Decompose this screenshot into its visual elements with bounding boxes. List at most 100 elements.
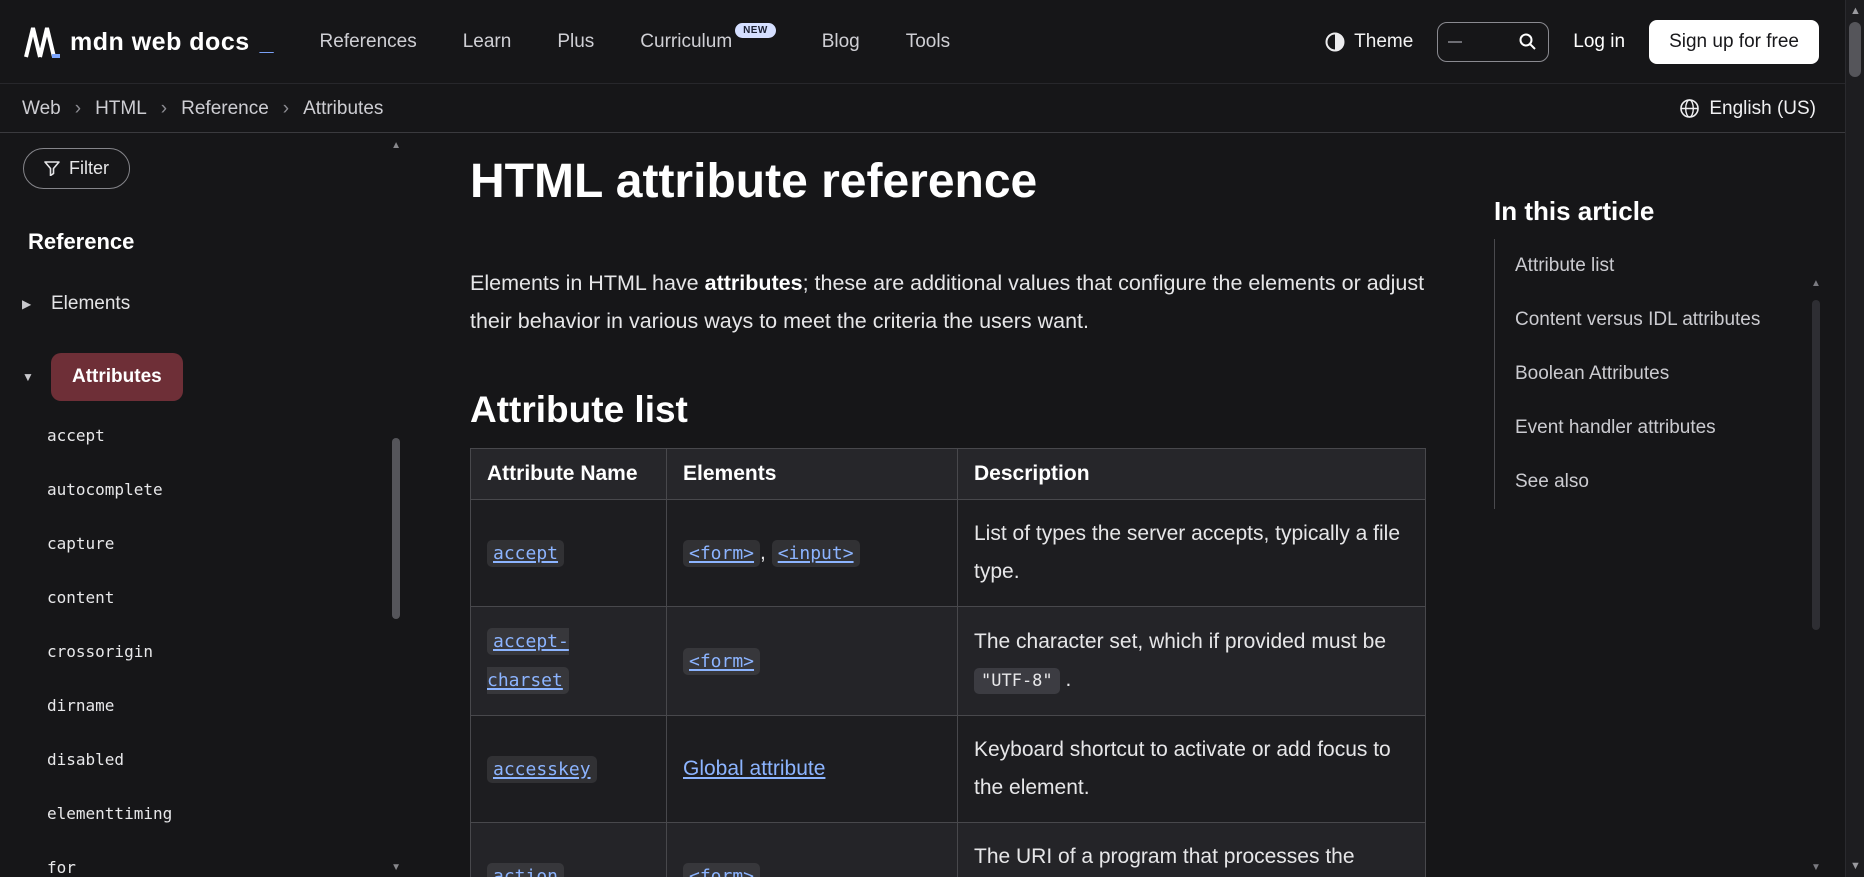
attribute-name-cell: accesskey	[470, 715, 667, 823]
nav-item-label: Blog	[821, 30, 860, 52]
sidebar-attribute-list: accept autocomplete capture content crossori…	[0, 409, 402, 877]
attribute-code: action	[487, 862, 565, 877]
window-scrollbar-thumb[interactable]	[1849, 22, 1861, 77]
breadcrumb-separator: ›	[74, 97, 82, 119]
content-scroll-down-icon[interactable]: ▼	[1811, 862, 1821, 873]
search-placeholder-dash	[1448, 40, 1463, 43]
filter-button[interactable]: Filter	[23, 148, 130, 189]
search-input[interactable]	[1470, 31, 1511, 52]
nav-item-label: Plus	[557, 30, 595, 52]
sidebar-section-label: Elements	[51, 293, 131, 314]
element-code: <form>	[683, 539, 761, 567]
breadcrumb-item[interactable]: HTML	[95, 98, 147, 120]
toc: In this article Attribute list Content ve…	[1494, 134, 1794, 509]
sidebar-attribute-item[interactable]: for	[47, 841, 402, 877]
nav-item-label: Learn	[462, 30, 512, 52]
element-code: <form>	[683, 862, 761, 877]
content-scroll-up-icon[interactable]: ▲	[1811, 278, 1821, 289]
sidebar-attribute-item[interactable]: autocomplete	[47, 463, 402, 517]
signup-button[interactable]: Sign up for free	[1649, 19, 1819, 64]
table-header-cell: Description	[957, 448, 1426, 500]
theme-icon	[1324, 31, 1346, 53]
table-header-cell: Elements	[666, 448, 958, 500]
element-link[interactable]: <form>	[683, 862, 761, 877]
element-code: <form>	[683, 647, 761, 675]
window-scroll-up-icon[interactable]: ▲	[1850, 5, 1861, 17]
table-row: accept <form>, <input> List of types the s…	[470, 499, 1426, 607]
nav-item-blog[interactable]: Blog	[822, 31, 860, 53]
elements-cell: <form>	[666, 822, 958, 877]
inline-code: "UTF-8"	[974, 667, 1060, 694]
element-link[interactable]: <input>	[771, 539, 860, 567]
language-switcher[interactable]: English (US)	[1679, 98, 1816, 120]
attribute-link[interactable]: action	[487, 862, 565, 877]
attribute-link[interactable]: accept-charset	[487, 628, 569, 694]
mdn-window: mdn web docs _ References Learn Plus Curricu…	[0, 0, 1864, 877]
element-link[interactable]: <form>	[683, 647, 761, 675]
window-scrollbar[interactable]: ▲ ▼	[1845, 0, 1864, 877]
chevron-right-icon: ▶	[22, 297, 32, 311]
content-scrollbar-thumb[interactable]	[1812, 300, 1820, 630]
description-cell: The character set, which if provided mus…	[957, 606, 1426, 716]
attribute-link[interactable]: accesskey	[487, 755, 597, 783]
logo-text: mdn web docs	[70, 27, 250, 56]
attribute-table: Attribute Name Elements Description accept…	[470, 448, 1426, 877]
nav-item-learn[interactable]: Learn	[463, 31, 512, 53]
mdn-logo-icon	[24, 25, 60, 59]
login-link[interactable]: Log in	[1573, 31, 1625, 53]
global-attribute-link[interactable]: Global attribute	[683, 757, 825, 780]
sidebar-scroll-up-icon[interactable]: ▲	[391, 140, 401, 151]
toc-item[interactable]: Content versus IDL attributes	[1515, 293, 1794, 347]
breadcrumb-item[interactable]: Web	[22, 98, 61, 120]
intro-bold: attributes	[704, 271, 803, 295]
nav-item-curriculum[interactable]: Curriculum NEW	[640, 23, 776, 53]
toc-item[interactable]: See also	[1515, 455, 1794, 509]
theme-toggle[interactable]: Theme	[1324, 31, 1413, 53]
section-heading: Attribute list	[470, 389, 688, 430]
sidebar-scrollbar-thumb[interactable]	[392, 438, 400, 619]
nav-item-label: Tools	[905, 30, 951, 52]
logo-underscore: _	[259, 27, 274, 56]
sidebar-attribute-item[interactable]: disabled	[47, 733, 402, 787]
element-link[interactable]: <form>	[683, 539, 761, 567]
content-scrollbar[interactable]: ▲ ▼	[1810, 268, 1822, 877]
description-cell: Keyboard shortcut to activate or add foc…	[957, 715, 1426, 823]
breadcrumb-item[interactable]: Reference	[181, 98, 269, 120]
search-icon[interactable]	[1518, 32, 1538, 52]
description-cell: The URI of a program that processes the …	[957, 822, 1426, 877]
sidebar-attribute-item[interactable]: crossorigin	[47, 625, 402, 679]
nav-item-references[interactable]: References	[320, 31, 417, 53]
window-scroll-down-icon[interactable]: ▼	[1850, 860, 1861, 872]
breadcrumb-bar: Web › HTML › Reference › Attributes English (U…	[0, 85, 1864, 133]
toc-item[interactable]: Event handler attributes	[1515, 401, 1794, 455]
sidebar-section-label-active[interactable]: Attributes	[51, 353, 183, 401]
sidebar-attribute-item[interactable]: capture	[47, 517, 402, 571]
sidebar-attribute-item[interactable]: content	[47, 571, 402, 625]
sidebar-attribute-item[interactable]: dirname	[47, 679, 402, 733]
attribute-link[interactable]: accept	[487, 539, 565, 567]
table-row: accesskey Global attribute Keyboard shortc…	[470, 715, 1426, 823]
page-title: HTML attribute reference	[470, 155, 1038, 208]
breadcrumb-item[interactable]: Attributes	[303, 98, 383, 120]
mdn-logo[interactable]: mdn web docs _	[24, 25, 274, 59]
nav-item-plus[interactable]: Plus	[557, 31, 594, 53]
attribute-name-cell: accept-charset	[470, 606, 667, 716]
new-badge: NEW	[735, 23, 776, 38]
toc-list: Attribute list Content versus IDL attribu…	[1494, 239, 1794, 509]
table-row: action <form> The URI of a program that pr…	[470, 822, 1426, 877]
header-actions: Theme Log in Sign up for free	[1324, 19, 1819, 64]
element-code: <input>	[771, 539, 860, 567]
sidebar-attribute-item[interactable]: elementtiming	[47, 787, 402, 841]
table-header-row: Attribute Name Elements Description	[470, 448, 1426, 500]
sidebar-attribute-item[interactable]: accept	[47, 409, 402, 463]
table-header-cell: Attribute Name	[470, 448, 667, 500]
main-nav: References Learn Plus Curriculum NEW Blog Tool…	[320, 23, 950, 53]
sidebar-section-elements[interactable]: ▶ Elements	[0, 293, 402, 315]
toc-item[interactable]: Boolean Attributes	[1515, 347, 1794, 401]
filter-label: Filter	[69, 158, 109, 178]
nav-item-tools[interactable]: Tools	[906, 31, 950, 53]
sidebar-section-attributes[interactable]: ▼ Attributes	[0, 353, 402, 401]
toc-item[interactable]: Attribute list	[1515, 239, 1794, 293]
sidebar-scroll-down-icon[interactable]: ▼	[391, 862, 401, 873]
search-box[interactable]	[1437, 21, 1550, 62]
